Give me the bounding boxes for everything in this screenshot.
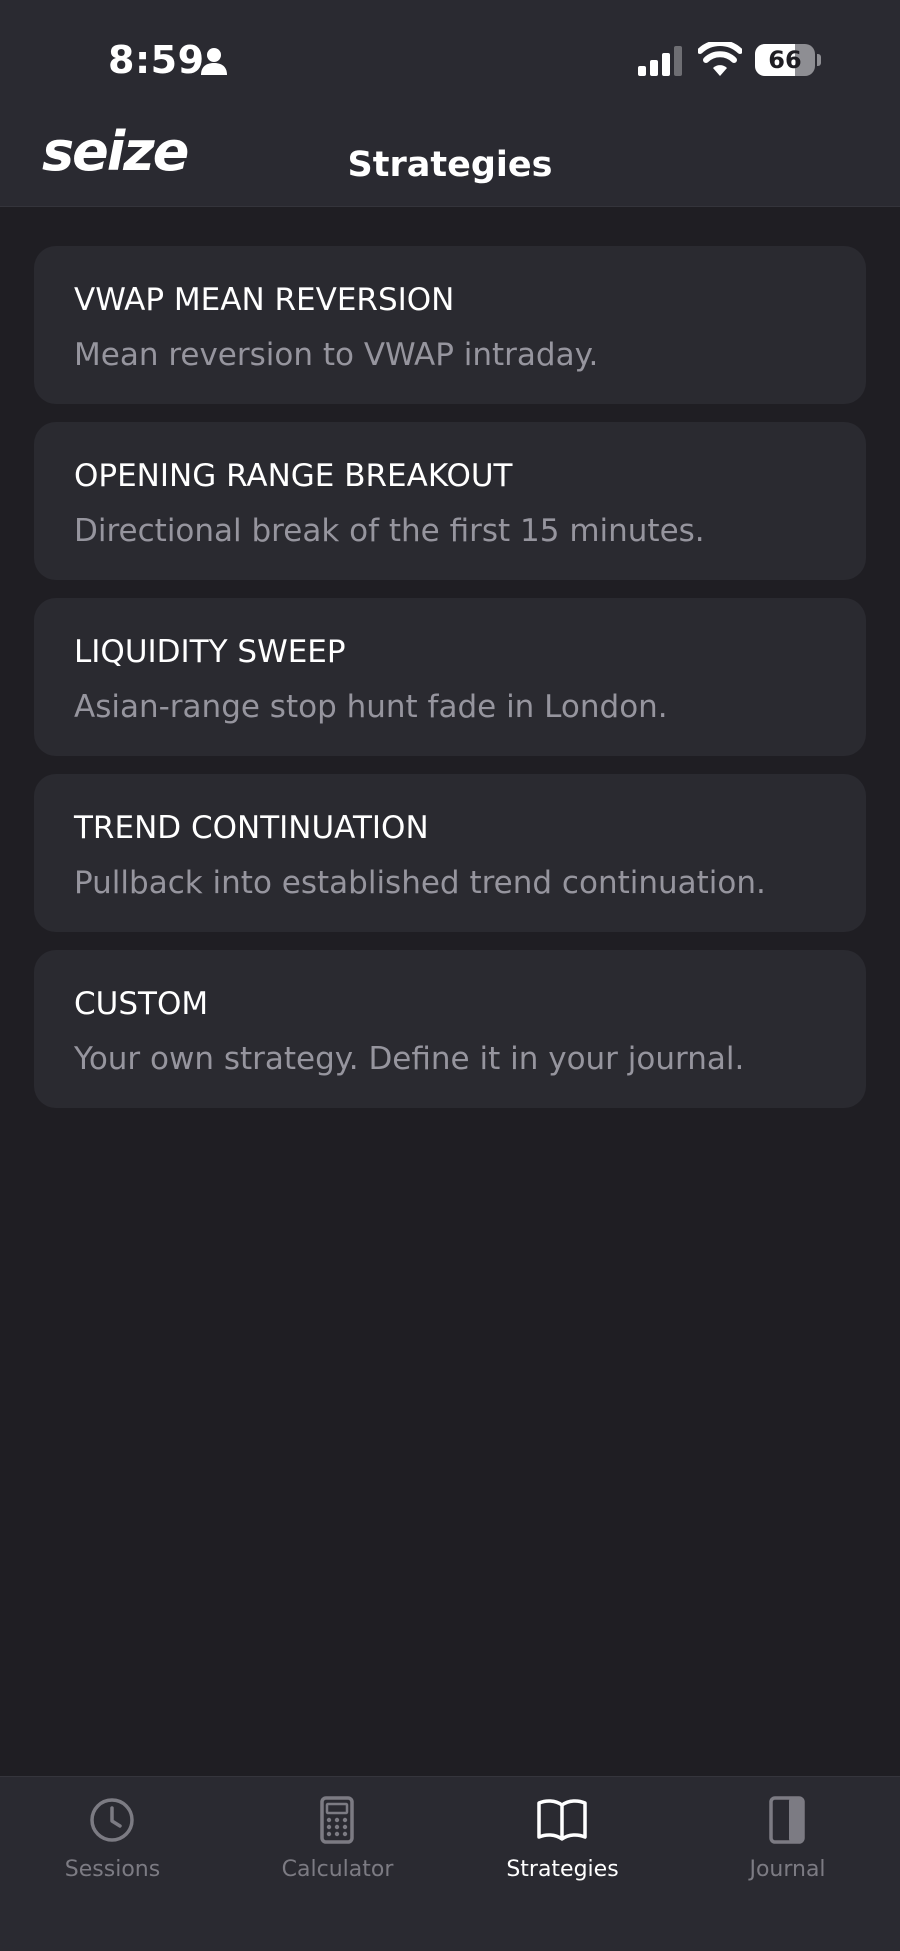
tab-sessions[interactable]: Sessions: [0, 1795, 225, 1895]
battery-body: 66: [755, 44, 815, 76]
strategy-description: Mean reversion to VWAP intraday.: [74, 337, 599, 373]
app-logo: seize: [42, 120, 189, 183]
strategy-card-opening-range-breakout[interactable]: OPENING RANGE BREAKOUT Directional break…: [34, 422, 866, 580]
battery-nub: [817, 54, 821, 66]
page-title: Strategies: [347, 145, 553, 185]
person-icon: [201, 48, 227, 75]
tab-label: Strategies: [506, 1857, 619, 1882]
tab-calculator[interactable]: Calculator: [225, 1795, 450, 1895]
tab-label: Calculator: [281, 1857, 394, 1882]
cellular-signal-icon: [638, 46, 682, 76]
battery-icon: 66: [755, 44, 821, 76]
strategy-title: TREND CONTINUATION: [74, 810, 429, 846]
tab-journal[interactable]: Journal: [675, 1795, 900, 1895]
strategy-description: Your own strategy. Define it in your jou…: [74, 1041, 745, 1077]
strategy-card-vwap-mean-reversion[interactable]: VWAP MEAN REVERSION Mean reversion to VW…: [34, 246, 866, 404]
tab-label: Journal: [749, 1857, 826, 1882]
strategy-description: Asian-range stop hunt fade in London.: [74, 689, 668, 725]
strategy-title: VWAP MEAN REVERSION: [74, 282, 455, 318]
strategy-description: Pullback into established trend continua…: [74, 865, 766, 901]
book-icon: [537, 1799, 587, 1841]
clock-icon: [90, 1798, 134, 1842]
strategy-card-custom[interactable]: CUSTOM Your own strategy. Define it in y…: [34, 950, 866, 1108]
tab-label: Sessions: [64, 1857, 161, 1882]
wifi-icon: [698, 42, 742, 76]
strategy-list: VWAP MEAN REVERSION Mean reversion to VW…: [34, 246, 866, 1126]
calculator-icon: [320, 1796, 354, 1844]
strategy-title: CUSTOM: [74, 986, 209, 1022]
strategy-card-liquidity-sweep[interactable]: LIQUIDITY SWEEP Asian-range stop hunt fa…: [34, 598, 866, 756]
status-time: 8:59: [108, 38, 205, 82]
top-bar: 8:59 66 seize Strategies: [0, 0, 900, 207]
strategy-title: OPENING RANGE BREAKOUT: [74, 458, 513, 494]
strategy-description: Directional break of the first 15 minute…: [74, 513, 705, 549]
strategy-title: LIQUIDITY SWEEP: [74, 634, 346, 670]
battery-level: 66: [768, 46, 802, 74]
tab-bar: Sessions Calculator Strategies Journal: [0, 1776, 900, 1951]
journal-icon: [769, 1796, 805, 1844]
strategy-card-trend-continuation[interactable]: TREND CONTINUATION Pullback into establi…: [34, 774, 866, 932]
tab-strategies[interactable]: Strategies: [450, 1795, 675, 1895]
